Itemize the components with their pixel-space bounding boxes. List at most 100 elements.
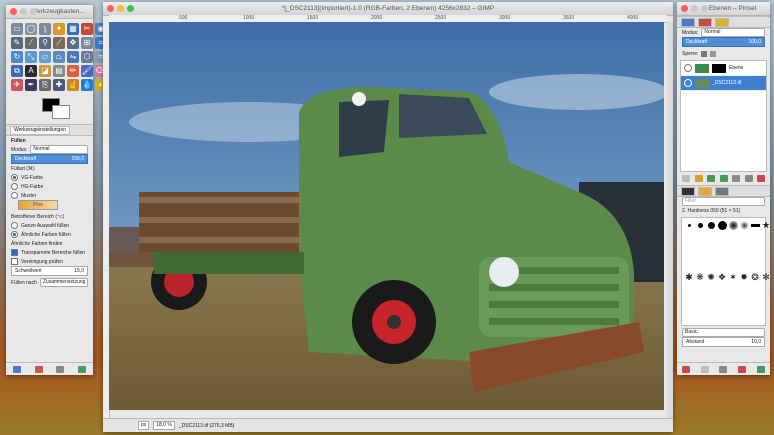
layer-mode-select[interactable]: Normal [701,28,765,37]
color-picker-icon[interactable]: ⁄ [25,37,37,49]
move-icon[interactable]: ✥ [67,37,79,49]
fill-whole-radio[interactable] [11,222,18,229]
tab-brushes[interactable] [681,186,695,196]
refresh-brushes-icon[interactable] [756,365,765,373]
fill-fg-radio[interactable] [11,174,18,181]
measure-icon[interactable]: ⟋ [53,37,65,49]
scale-icon[interactable]: ⤡ [25,51,37,63]
fill-by-select[interactable]: Zusammensetzung [39,278,88,287]
duplicate-layer-icon[interactable] [732,175,740,182]
image-minimize-button[interactable] [117,5,124,12]
tab-layers[interactable] [681,17,695,27]
reset-options-icon[interactable] [78,365,87,373]
brush-grid[interactable]: ★ ✱ ❋ ✺ ❖ ✶ ✸ ❂ ✻ [681,217,770,326]
new-layer-icon[interactable] [682,175,690,182]
brush-item[interactable]: ❂ [750,272,760,282]
vertical-scrollbar[interactable] [667,22,673,419]
fuzzy-select-icon[interactable]: ✦ [53,23,65,35]
rect-select-icon[interactable]: ▭ [11,23,23,35]
fill-pattern-option[interactable]: Muster [6,191,93,200]
visibility-eye-icon[interactable] [684,79,692,87]
cage-icon[interactable]: ⬡ [81,51,93,63]
lock-pixels-icon[interactable] [701,50,708,57]
brush-item[interactable] [684,220,694,230]
airbrush-icon[interactable]: ✈ [11,79,23,91]
bucket-fill-icon[interactable]: ◪ [39,65,51,77]
spacing-slider[interactable]: Abstand 10,0 [682,337,765,347]
tab-tool-options[interactable]: Werkzeugeinstellungen [10,125,70,135]
rotate-icon[interactable]: ↻ [11,51,23,63]
fg-bg-colors[interactable] [12,96,93,124]
restore-options-icon[interactable] [34,365,43,373]
pencil-icon[interactable]: ✏ [67,65,79,77]
background-color[interactable] [52,105,70,119]
visibility-eye-icon[interactable] [684,64,692,72]
brush-item[interactable] [728,220,738,230]
align-icon[interactable]: ⊞ [81,37,93,49]
brush-item[interactable]: ✻ [761,272,771,282]
brush-item[interactable]: ❋ [695,272,705,282]
delete-options-icon[interactable] [56,365,65,373]
gradient-icon[interactable]: ▤ [53,65,65,77]
blur-icon[interactable]: 💧 [81,79,93,91]
brush-item[interactable] [695,220,705,230]
layer-opacity-slider[interactable]: Deckkraft 100,0 [682,37,765,47]
opacity-slider[interactable]: Deckkraft 100,0 [11,154,88,164]
new-brush-icon[interactable] [700,365,709,373]
new-group-icon[interactable] [694,175,703,182]
layers-titlebar[interactable]: Ebenen – Pinsel [677,2,770,16]
unified-transform-icon[interactable]: ⧉ [11,65,23,77]
transparent-option[interactable]: Transparente Bereiche füllen [6,248,93,257]
perspective-icon[interactable]: ⏢ [53,51,65,63]
fill-bg-radio[interactable] [11,183,18,190]
fill-fg-option[interactable]: VG-Farbe [6,173,93,182]
pattern-swatch[interactable]: Pine [18,200,58,210]
close-button[interactable] [10,8,17,15]
heal-icon[interactable]: ✚ [53,79,65,91]
transparent-checkbox[interactable] [11,249,18,256]
brush-item[interactable]: ✶ [728,272,738,282]
smudge-icon[interactable]: ☝ [67,79,79,91]
toolbox-titlebar[interactable]: Werkzeugkasten… [6,5,93,19]
sample-merged-checkbox[interactable] [11,258,18,265]
image-zoom-button[interactable] [127,5,134,12]
brush-item[interactable]: ✱ [684,272,694,282]
layers-minimize-button[interactable] [691,5,698,12]
fill-similar-radio[interactable] [11,231,18,238]
fill-pattern-radio[interactable] [11,192,18,199]
fill-whole-option[interactable]: Ganze Auswahl füllen [6,221,93,230]
brush-item[interactable]: ❖ [717,272,727,282]
image-canvas[interactable] [109,22,664,410]
fill-bg-option[interactable]: HG-Farbe [6,182,93,191]
paintbrush-icon[interactable]: 🖌 [81,65,93,77]
tab-gradients[interactable] [715,186,729,196]
tab-patterns[interactable] [698,186,712,196]
scissors-icon[interactable]: ✂ [81,23,93,35]
lower-layer-icon[interactable] [719,175,728,182]
clone-icon[interactable]: ⎘ [39,79,51,91]
save-options-icon[interactable] [12,365,21,373]
delete-layer-icon[interactable] [757,175,765,182]
paths-icon[interactable]: ✎ [11,37,23,49]
tab-paths[interactable] [715,17,729,27]
brush-item[interactable]: ★ [761,220,771,230]
brush-item[interactable] [717,220,727,230]
threshold-slider[interactable]: Schwellwert 15,0 [11,266,88,276]
brush-item[interactable] [706,220,716,230]
zoom-icon[interactable]: ⚲ [39,37,51,49]
shear-icon[interactable]: ▱ [39,51,51,63]
brush-filter-input[interactable]: Filter [682,197,765,206]
lock-alpha-icon[interactable] [710,50,717,57]
text-icon[interactable]: A [25,65,37,77]
brush-item[interactable]: ✸ [739,272,749,282]
select-by-color-icon[interactable]: ▦ [67,23,79,35]
layers-zoom-button[interactable] [701,5,708,12]
unit-select[interactable]: px [138,421,150,430]
duplicate-brush-icon[interactable] [719,365,728,373]
brush-item[interactable] [750,220,760,230]
layers-close-button[interactable] [681,5,688,12]
layer-row[interactable]: Ebene [681,61,766,76]
mode-select[interactable]: Normal [30,145,88,154]
raise-layer-icon[interactable] [707,175,715,182]
brush-preset-select[interactable]: Basic. [682,328,765,337]
